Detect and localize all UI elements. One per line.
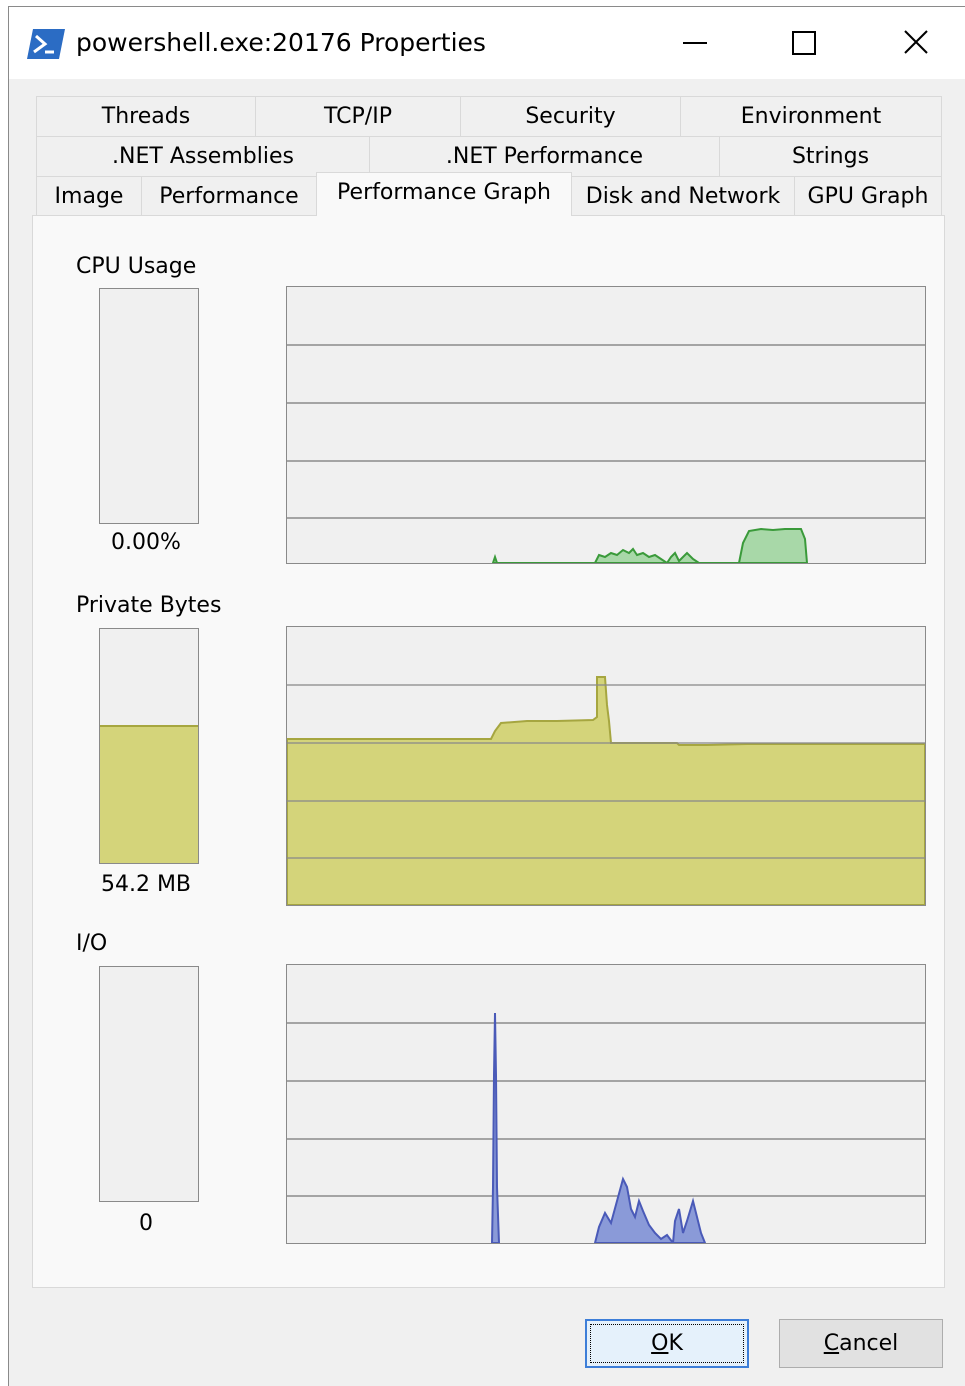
private-bytes-value: 54.2 MB — [100, 872, 192, 897]
minimize-button[interactable] — [667, 17, 723, 69]
cpu-usage-meter — [99, 288, 199, 524]
powershell-icon — [27, 29, 65, 59]
close-icon — [904, 30, 928, 54]
window-title: powershell.exe:20176 Properties — [76, 28, 486, 57]
cancel-button-label: ancel — [839, 1331, 899, 1356]
ok-button-mnemonic: O — [651, 1331, 669, 1356]
tab-performance[interactable]: Performance — [141, 176, 317, 216]
tab-strings[interactable]: Strings — [719, 136, 942, 176]
tab-net-assemblies[interactable]: .NET Assemblies — [36, 136, 370, 176]
ok-button-focus-rect: OK — [590, 1324, 744, 1363]
performance-graph-panel: CPU Usage 0.00% Private Bytes 54.2 MB I/… — [32, 215, 945, 1288]
io-meter — [99, 966, 199, 1202]
tab-disk-and-network[interactable]: Disk and Network — [571, 176, 795, 216]
maximize-button[interactable] — [775, 17, 831, 69]
cpu-usage-graph — [286, 286, 926, 564]
cpu-usage-area — [491, 527, 809, 563]
io-label: I/O — [76, 931, 108, 956]
io-spike-area — [490, 1012, 501, 1243]
cancel-button-mnemonic: C — [823, 1331, 840, 1356]
private-bytes-meter — [99, 628, 199, 864]
io-burst-area — [593, 1176, 707, 1243]
tab-tcpip[interactable]: TCP/IP — [255, 96, 461, 136]
ok-button[interactable]: OK — [585, 1319, 749, 1368]
close-button[interactable] — [889, 17, 945, 69]
maximize-icon — [792, 31, 816, 55]
tab-gpu-graph[interactable]: GPU Graph — [794, 176, 942, 216]
minimize-icon — [683, 42, 707, 44]
tab-performance-graph[interactable]: Performance Graph — [316, 172, 572, 216]
private-bytes-graph-plot — [287, 676, 925, 905]
private-bytes-area — [287, 676, 925, 905]
private-bytes-meter-fill — [100, 724, 198, 863]
private-bytes-label: Private Bytes — [76, 593, 222, 618]
cpu-usage-label: CPU Usage — [76, 254, 197, 279]
cancel-button[interactable]: Cancel — [779, 1319, 943, 1368]
tab-security[interactable]: Security — [460, 96, 681, 136]
cpu-usage-value: 0.00% — [111, 530, 181, 555]
cpu-usage-graph-plot — [287, 344, 925, 563]
tab-threads[interactable]: Threads — [36, 96, 256, 136]
private-bytes-graph — [286, 626, 926, 906]
io-graph — [286, 964, 926, 1244]
tab-environment[interactable]: Environment — [680, 96, 942, 136]
io-graph-plot — [287, 1012, 925, 1243]
io-value: 0 — [139, 1211, 153, 1236]
tab-net-performance[interactable]: .NET Performance — [369, 136, 720, 176]
properties-window: powershell.exe:20176 Properties Threads … — [8, 6, 965, 1386]
ok-button-label: K — [668, 1331, 683, 1356]
tab-image[interactable]: Image — [36, 176, 142, 216]
title-bar: powershell.exe:20176 Properties — [9, 7, 965, 79]
